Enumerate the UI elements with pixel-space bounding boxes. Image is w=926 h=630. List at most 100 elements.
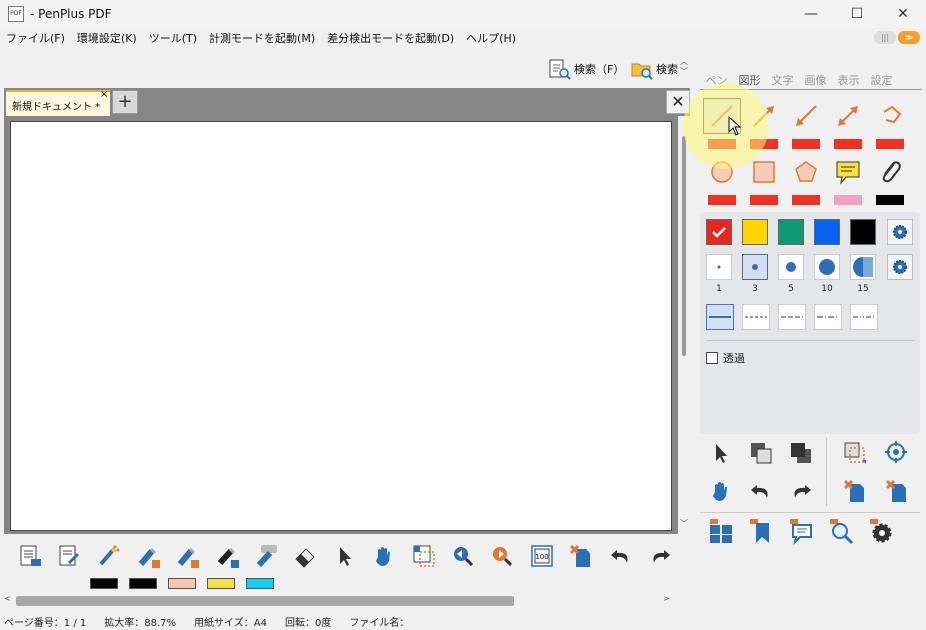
polyline-shape-button[interactable] xyxy=(871,98,909,134)
double-arrow-shape-button[interactable] xyxy=(829,98,867,134)
color-yellow-button[interactable] xyxy=(742,219,768,245)
delete-page-tool[interactable] xyxy=(561,540,600,572)
menu-measure-mode[interactable]: 計測モードを起動(M) xyxy=(203,30,321,46)
bookmark-tool[interactable] xyxy=(742,514,780,548)
line-style-solid-button[interactable] xyxy=(706,304,734,330)
vertical-scrollbar[interactable]: ︿ ﹀ ﹀ xyxy=(678,56,690,591)
cut-page-tool[interactable] xyxy=(836,474,874,508)
highlighter-tool[interactable] xyxy=(207,540,246,572)
bring-front-tool[interactable] xyxy=(742,436,780,470)
tab-image[interactable]: 画像 xyxy=(799,72,832,88)
pen-swatch-2[interactable] xyxy=(129,578,157,589)
line-style-long-dash-button[interactable] xyxy=(778,304,806,330)
rectangle-shape-button[interactable] xyxy=(745,154,783,190)
size-10-button[interactable] xyxy=(814,254,840,280)
pen-swatch-3[interactable] xyxy=(168,578,196,589)
menu-tools[interactable]: ツール(T) xyxy=(143,30,203,46)
pen-swatch-4[interactable] xyxy=(207,578,235,589)
callout-shape-button[interactable] xyxy=(829,154,867,190)
maximize-button[interactable]: ☐ xyxy=(834,0,880,28)
settings-panel-tool[interactable] xyxy=(862,514,900,548)
document-tab-close-icon[interactable]: × xyxy=(100,89,108,100)
undo-tool[interactable] xyxy=(601,540,640,572)
tab-settings[interactable]: 設定 xyxy=(865,72,898,88)
scroll-up-icon[interactable]: ︿ xyxy=(678,56,690,66)
polygon-shape-button[interactable] xyxy=(787,154,825,190)
minimize-button[interactable]: — xyxy=(788,0,834,28)
text-highlight-tool[interactable] xyxy=(246,540,285,572)
scroll-left-icon[interactable]: < xyxy=(4,594,11,603)
size-3-button[interactable] xyxy=(742,254,768,280)
circle-shape-button[interactable] xyxy=(703,154,741,190)
line-style-dash-button[interactable] xyxy=(742,304,770,330)
horizontal-scrollbar[interactable]: < > xyxy=(4,594,674,608)
comment-tool[interactable] xyxy=(782,514,820,548)
horizontal-scroll-thumb[interactable] xyxy=(16,596,514,606)
line-style-dash-dot-button[interactable] xyxy=(814,304,842,330)
size-15-button[interactable] xyxy=(850,254,876,280)
select-tool[interactable] xyxy=(325,540,364,572)
document-tab[interactable]: 新規ドキュメント * xyxy=(6,90,110,116)
search-page-button[interactable]: 検索（F） xyxy=(548,58,624,80)
send-back-tool[interactable] xyxy=(782,436,820,470)
marker-tool-1[interactable] xyxy=(128,540,167,572)
color-red-button[interactable] xyxy=(706,219,732,245)
size-1-button[interactable] xyxy=(706,254,732,280)
color-settings-button[interactable] xyxy=(887,219,913,245)
line-style-dash-dot-dot-button[interactable] xyxy=(850,304,878,330)
tab-text[interactable]: 文字 xyxy=(766,72,799,88)
reverse-arrow-shape-button[interactable] xyxy=(787,98,825,134)
color-blue-button[interactable] xyxy=(814,219,840,245)
transparent-checkbox[interactable] xyxy=(706,352,718,364)
pen-tool[interactable] xyxy=(89,540,128,572)
tab-shape[interactable]: 図形 xyxy=(733,72,766,88)
scroll-up-icon-2[interactable]: ﹀ xyxy=(678,66,690,76)
panel-mode-right-button[interactable]: ≫ xyxy=(898,31,920,44)
zoom-out-tool[interactable] xyxy=(443,540,482,572)
status-rotation: 回転：0度 xyxy=(284,617,332,629)
search-panel-tool[interactable] xyxy=(822,514,860,548)
document-page[interactable] xyxy=(10,121,672,531)
fit-page-tool[interactable]: 100 xyxy=(522,540,561,572)
eraser-tool[interactable] xyxy=(286,540,325,572)
close-button[interactable]: ✕ xyxy=(880,0,926,28)
marker-tool-2[interactable] xyxy=(168,540,207,572)
transparent-toggle[interactable]: 透過 xyxy=(706,350,745,366)
circle-icon xyxy=(711,161,733,183)
panel-redo-tool[interactable] xyxy=(782,474,820,508)
shape-bar-6 xyxy=(708,195,736,205)
vertical-scroll-thumb[interactable] xyxy=(682,136,686,356)
attachment-shape-button[interactable] xyxy=(871,154,909,190)
area-select-tool[interactable] xyxy=(404,540,443,572)
add-tab-button[interactable]: + xyxy=(112,90,138,114)
tab-pen[interactable]: ペン xyxy=(700,72,733,88)
hand-tool[interactable] xyxy=(365,540,404,572)
size-settings-button[interactable] xyxy=(887,254,913,280)
area-capture-tool[interactable] xyxy=(836,436,874,470)
target-tool[interactable] xyxy=(878,436,916,470)
menu-file[interactable]: ファイル(F) xyxy=(0,30,71,46)
zoom-in-tool[interactable] xyxy=(483,540,522,572)
color-green-button[interactable] xyxy=(778,219,804,245)
pen-swatch-5[interactable] xyxy=(246,578,274,589)
delete-page-panel-tool[interactable] xyxy=(878,474,916,508)
color-black-button[interactable] xyxy=(850,219,876,245)
panel-hand-tool[interactable] xyxy=(702,474,740,508)
pen-swatch-1[interactable] xyxy=(90,578,118,589)
menu-help[interactable]: ヘルプ(H) xyxy=(460,30,522,46)
panel-undo-tool[interactable] xyxy=(742,474,780,508)
search-folder-button[interactable]: 検索 xyxy=(630,58,678,80)
panel-mode-left-button[interactable]: ||| xyxy=(874,31,896,44)
arrow-shape-button[interactable] xyxy=(745,98,783,134)
text-edit-tool[interactable] xyxy=(49,540,88,572)
panel-select-tool[interactable] xyxy=(702,436,740,470)
size-5-button[interactable] xyxy=(778,254,804,280)
tab-view[interactable]: 表示 xyxy=(832,72,865,88)
menu-settings[interactable]: 環境設定(K) xyxy=(71,30,143,46)
menu-diff-mode[interactable]: 差分検出モードを起動(D) xyxy=(321,30,460,46)
scroll-right-icon[interactable]: > xyxy=(663,594,670,603)
redo-tool[interactable] xyxy=(640,540,679,572)
scroll-down-icon[interactable]: ﹀ xyxy=(678,518,690,528)
thumbnail-tool[interactable] xyxy=(702,514,740,548)
page-view-tool[interactable] xyxy=(10,540,49,572)
